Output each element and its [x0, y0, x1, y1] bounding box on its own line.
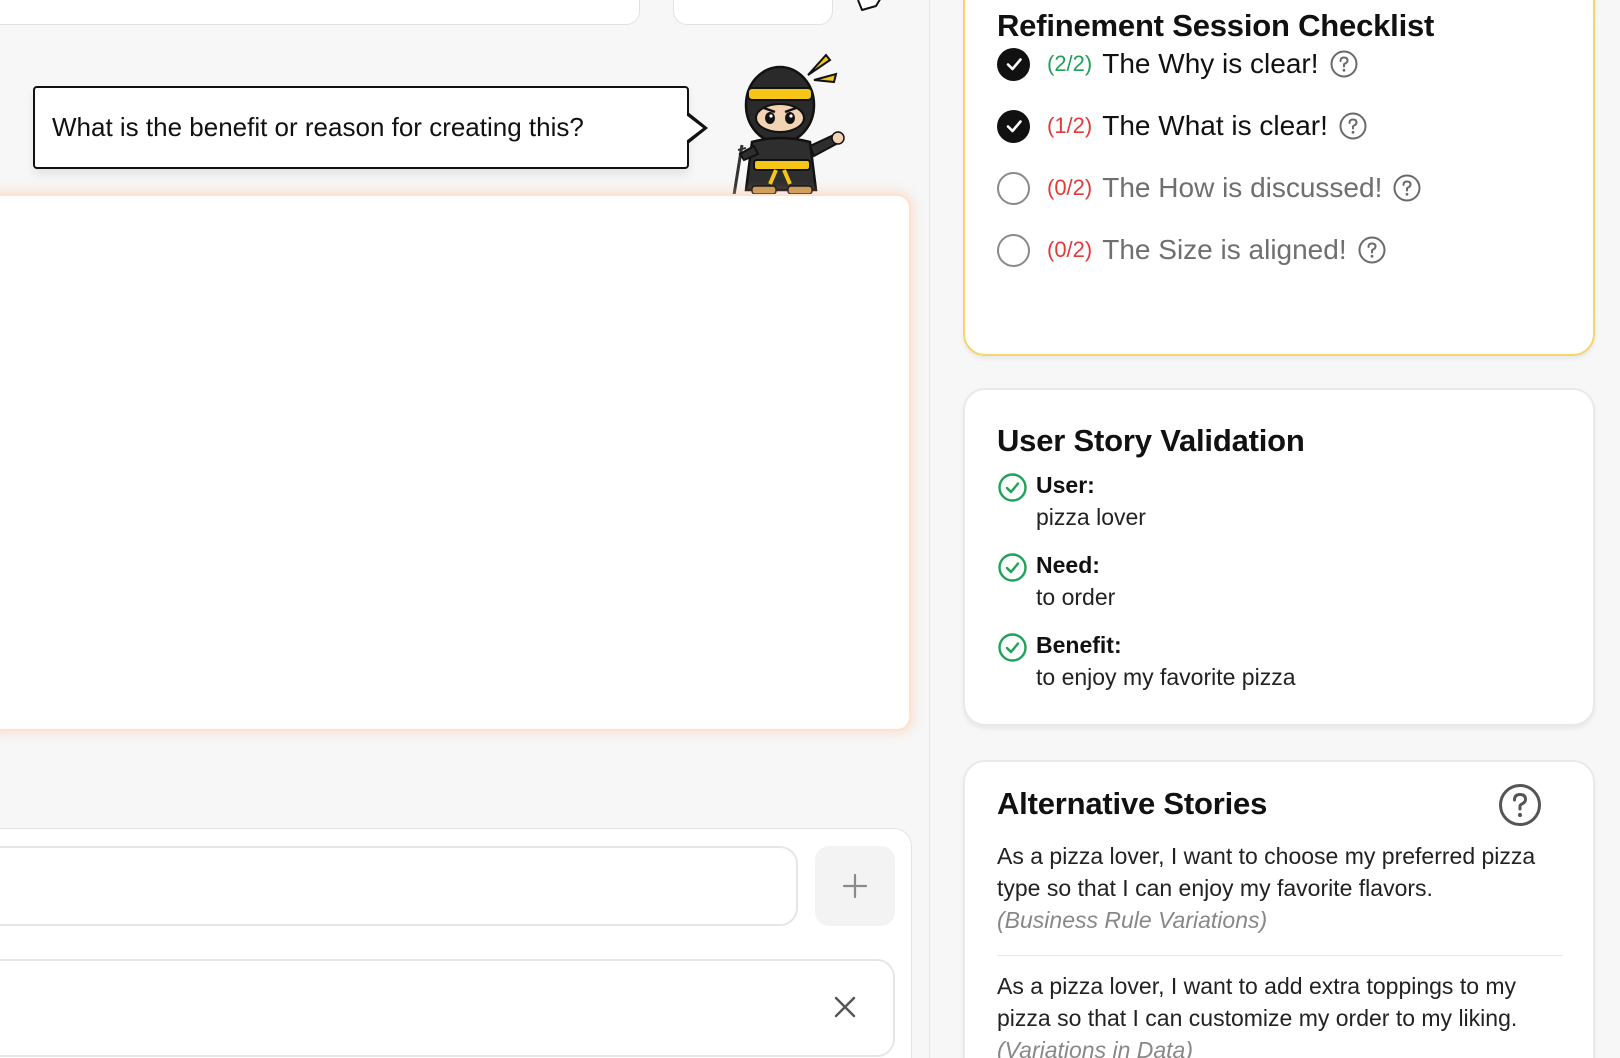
refinement-checklist-card: Refinement Session Checklist (2/2) The W… — [963, 0, 1595, 356]
question-circle-icon[interactable] — [1392, 173, 1422, 203]
alternative-story[interactable]: As a pizza lover, I want to choose my pr… — [997, 840, 1563, 936]
checklist-item-what[interactable]: (1/2) The What is clear! — [997, 108, 1368, 144]
attachment-row — [0, 959, 895, 1057]
plus-icon — [842, 873, 868, 899]
checklist-score: (2/2) — [1047, 51, 1093, 76]
alternative-stories-card: Alternative Stories As a pizza lover, I … — [963, 760, 1595, 1058]
story-editor-card[interactable] — [0, 194, 911, 731]
story-meta-field[interactable] — [673, 0, 833, 25]
empty-circle-icon[interactable] — [997, 171, 1030, 205]
checklist-title: Refinement Session Checklist — [997, 8, 1435, 43]
ninja-mascot-icon — [732, 53, 845, 195]
composer-input[interactable] — [0, 846, 798, 926]
edit-icon[interactable] — [856, 0, 886, 12]
checklist-label: The Size is aligned! — [1102, 234, 1347, 265]
close-button[interactable] — [828, 990, 862, 1024]
validation-value: to order — [1036, 584, 1116, 610]
validation-label: Benefit: — [1036, 632, 1122, 658]
checklist-score: (1/2) — [1047, 113, 1093, 138]
alternatives-title: Alternative Stories — [997, 786, 1268, 821]
checked-circle-icon[interactable] — [997, 109, 1030, 143]
checklist-item-why[interactable]: (2/2) The Why is clear! — [997, 46, 1359, 82]
check-circle-icon — [998, 633, 1027, 662]
checklist-score: (0/2) — [1047, 175, 1093, 200]
checklist-score: (0/2) — [1047, 237, 1093, 262]
checklist-item-size[interactable]: (0/2) The Size is aligned! — [997, 232, 1387, 268]
story-divider — [997, 955, 1563, 956]
alternative-story-text: As a pizza lover, I want to choose my pr… — [997, 843, 1536, 901]
mascot-question: What is the benefit or reason for creati… — [52, 112, 584, 142]
validation-title: User Story Validation — [997, 423, 1305, 458]
speech-bubble-tail — [686, 112, 708, 144]
question-circle-icon[interactable] — [1329, 49, 1359, 79]
alternative-story-tag: (Variations in Data) — [997, 1037, 1194, 1058]
checklist-label: The Why is clear! — [1102, 48, 1319, 79]
alternative-story-text: As a pizza lover, I want to add extra to… — [997, 973, 1518, 1031]
validation-label: Need: — [1036, 552, 1100, 578]
empty-circle-icon[interactable] — [997, 233, 1030, 267]
check-circle-icon — [998, 473, 1027, 502]
validation-value: to enjoy my favorite pizza — [1036, 664, 1296, 690]
checklist-label: The How is discussed! — [1102, 172, 1383, 203]
validation-label: User: — [1036, 472, 1095, 498]
question-circle-icon[interactable] — [1357, 235, 1387, 265]
close-icon — [834, 996, 856, 1018]
alternative-story[interactable]: As a pizza lover, I want to add extra to… — [997, 970, 1563, 1058]
checklist-label: The What is clear! — [1102, 110, 1328, 141]
question-circle-icon[interactable] — [1338, 111, 1368, 141]
checklist-item-how[interactable]: (0/2) The How is discussed! — [997, 170, 1422, 206]
validation-value: pizza lover — [1036, 504, 1146, 530]
validation-item-need: Need: to order — [997, 550, 1115, 614]
side-panel: Refinement Session Checklist (2/2) The W… — [930, 0, 1620, 1058]
story-editor-pane: What is the benefit or reason for creati… — [0, 0, 930, 1058]
story-title-field[interactable] — [0, 0, 640, 25]
validation-item-benefit: Benefit: to enjoy my favorite pizza — [997, 630, 1296, 694]
user-story-validation-card: User Story Validation User: pizza lover … — [963, 388, 1595, 726]
checked-circle-icon[interactable] — [997, 47, 1030, 81]
check-circle-icon — [998, 553, 1027, 582]
question-circle-icon[interactable] — [1498, 783, 1542, 827]
validation-item-user: User: pizza lover — [997, 470, 1146, 534]
mascot-speech-bubble: What is the benefit or reason for creati… — [33, 86, 708, 169]
add-button[interactable] — [815, 846, 895, 926]
alternative-story-tag: (Business Rule Variations) — [997, 907, 1268, 933]
